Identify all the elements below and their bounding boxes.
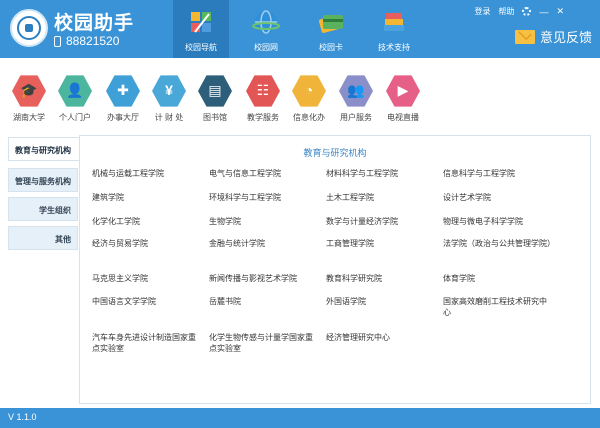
institution-link[interactable]: 化学生物传感与计量学国家重点实验室 bbox=[209, 332, 319, 354]
content-heading: 教育与研究机构 bbox=[80, 146, 590, 159]
tab-label: 校园卡 bbox=[303, 42, 359, 53]
tab-campus-navigation[interactable]: 校园导航 bbox=[173, 0, 229, 58]
institution-link[interactable]: 数学与计量经济学院 bbox=[326, 216, 436, 227]
phone-icon bbox=[54, 36, 61, 47]
gear-icon[interactable] bbox=[522, 7, 531, 16]
books-icon bbox=[380, 8, 408, 36]
app-title: 校园助手 bbox=[54, 8, 134, 35]
globe-icon bbox=[252, 8, 280, 36]
institution-link[interactable]: 岳麓书院 bbox=[209, 296, 319, 307]
feedback-label: 意见反馈 bbox=[540, 27, 592, 46]
institution-link[interactable]: 材料科学与工程学院 bbox=[326, 168, 436, 179]
institution-link[interactable]: 机械与运载工程学院 bbox=[92, 168, 202, 179]
help-link[interactable]: 帮助 bbox=[498, 6, 514, 17]
app-header: 校园助手 88821520 校园导航 校园网 校园卡 技术支持 bbox=[0, 0, 600, 58]
phone-text: 88821520 bbox=[66, 34, 119, 48]
service-glyph: 👥 bbox=[339, 82, 373, 99]
sidebar-item-label: 教育与研究机构 bbox=[15, 145, 71, 156]
tab-tech-support[interactable]: 技术支持 bbox=[366, 0, 422, 58]
institution-link[interactable]: 环境科学与工程学院 bbox=[209, 192, 319, 203]
institution-link[interactable]: 国家高效磨削工程技术研究中心 bbox=[443, 296, 553, 318]
tab-label: 技术支持 bbox=[366, 42, 422, 53]
sidebar-item-student-organizations[interactable]: 学生组织 bbox=[8, 197, 78, 221]
sidebar-item-education-research[interactable]: 教育与研究机构 bbox=[8, 137, 80, 161]
service-glyph: ▤ bbox=[198, 82, 232, 99]
institution-link[interactable]: 经济与贸易学院 bbox=[92, 238, 202, 249]
institution-link[interactable]: 信息科学与工程学院 bbox=[443, 168, 553, 179]
service-glyph: ¥ bbox=[152, 82, 186, 98]
institution-link[interactable]: 工商管理学院 bbox=[326, 238, 436, 249]
minimize-button[interactable]: — bbox=[539, 7, 548, 17]
institution-link[interactable]: 生物学院 bbox=[209, 216, 319, 227]
content-panel: 教育与研究机构 机械与运载工程学院电气与信息工程学院材料科学与工程学院信息科学与… bbox=[79, 135, 591, 404]
institution-link[interactable]: 汽车车身先进设计制造国家重点实验室 bbox=[92, 332, 202, 354]
institution-link[interactable]: 马克思主义学院 bbox=[92, 273, 202, 284]
service-glyph: ◔ bbox=[292, 82, 326, 98]
tab-campus-network[interactable]: 校园网 bbox=[238, 0, 294, 58]
institution-link[interactable]: 中国语言文学学院 bbox=[92, 296, 202, 307]
institution-link[interactable]: 教育科学研究院 bbox=[326, 273, 436, 284]
service-glyph: 👤 bbox=[58, 82, 92, 99]
close-button[interactable]: ✕ bbox=[556, 6, 564, 17]
institution-link[interactable]: 法学院（政治与公共管理学院） bbox=[443, 238, 553, 249]
institution-link[interactable]: 金融与统计学院 bbox=[209, 238, 319, 249]
tab-campus-card[interactable]: 校园卡 bbox=[303, 0, 359, 58]
compass-icon bbox=[187, 8, 215, 36]
service-label[interactable]: 电视直播 bbox=[375, 112, 431, 123]
top-links: 登录 帮助 — ✕ bbox=[474, 6, 564, 17]
mail-icon bbox=[515, 30, 535, 44]
sidebar-item-management-service[interactable]: 管理与服务机构 bbox=[8, 168, 78, 192]
institution-link[interactable]: 电气与信息工程学院 bbox=[209, 168, 319, 179]
service-glyph: 🎓 bbox=[12, 82, 46, 99]
tab-label: 校园导航 bbox=[173, 42, 229, 53]
institution-link[interactable]: 土木工程学院 bbox=[326, 192, 436, 203]
tab-label: 校园网 bbox=[238, 42, 294, 53]
university-logo-icon bbox=[10, 9, 48, 47]
institution-link[interactable]: 建筑学院 bbox=[92, 192, 202, 203]
institution-link[interactable]: 化学化工学院 bbox=[92, 216, 202, 227]
institution-link[interactable]: 新闻传播与影视艺术学院 bbox=[209, 273, 319, 284]
service-glyph: ☷ bbox=[246, 82, 280, 99]
phone-number: 88821520 bbox=[54, 34, 119, 48]
institution-link[interactable]: 体育学院 bbox=[443, 273, 553, 284]
institution-link[interactable]: 经济管理研究中心 bbox=[326, 332, 436, 343]
card-icon bbox=[317, 8, 345, 36]
service-glyph: ✚ bbox=[106, 82, 140, 99]
status-bar: V 1.1.0 bbox=[0, 408, 600, 428]
institution-link[interactable]: 物理与微电子科学学院 bbox=[443, 216, 553, 227]
service-glyph: ▶ bbox=[386, 82, 420, 99]
sidebar-item-label: 其他 bbox=[55, 234, 71, 245]
sidebar-item-label: 管理与服务机构 bbox=[15, 176, 71, 187]
institution-link[interactable]: 设计艺术学院 bbox=[443, 192, 553, 203]
feedback-button[interactable]: 意见反馈 bbox=[515, 27, 592, 46]
sidebar-item-label: 学生组织 bbox=[39, 205, 71, 216]
login-link[interactable]: 登录 bbox=[474, 6, 490, 17]
sidebar-item-others[interactable]: 其他 bbox=[8, 226, 78, 250]
version-label: V 1.1.0 bbox=[8, 412, 37, 422]
institution-link[interactable]: 外国语学院 bbox=[326, 296, 436, 307]
